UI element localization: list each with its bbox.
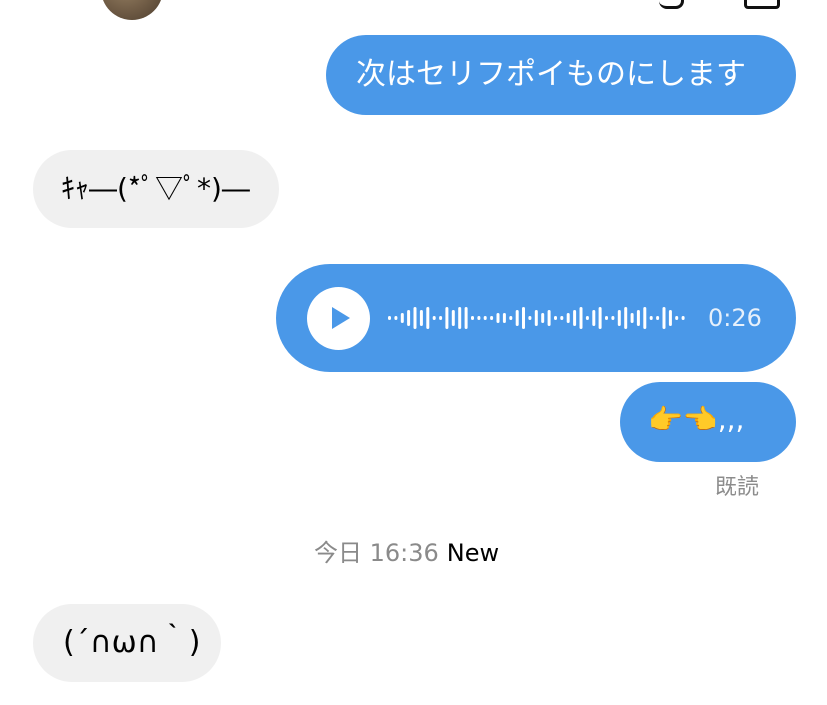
waveform-bar (560, 316, 564, 320)
waveform-bar (522, 307, 525, 329)
waveform-bar (630, 313, 634, 323)
waveform-bar (534, 310, 538, 326)
waveform-bar (668, 310, 672, 326)
date-separator-time: 今日 16:36 (314, 539, 439, 567)
phone-icon[interactable] (659, 0, 684, 9)
waveform-bar (426, 307, 430, 329)
message-bubble-outgoing[interactable]: 次はセリフポイものにします (326, 35, 796, 115)
waveform-bar (617, 310, 621, 326)
waveform-bar (432, 316, 436, 320)
waveform-bar (681, 316, 685, 320)
waveform-bar (554, 316, 557, 320)
waveform-bar (598, 307, 602, 329)
waveform-bar (502, 313, 506, 323)
date-separator: 今日 16:36 New (314, 537, 499, 569)
waveform-bar (515, 310, 519, 326)
play-icon[interactable] (307, 287, 370, 350)
waveform-bar (605, 316, 608, 320)
waveform-bar (662, 307, 666, 329)
waveform-bar (541, 313, 545, 323)
waveform-bar (566, 313, 570, 323)
waveform-bar (400, 313, 404, 323)
message-text: (´∩ω∩｀) (63, 625, 201, 660)
waveform-bar (477, 316, 481, 320)
audio-waveform (388, 307, 685, 329)
waveform-bar (483, 316, 487, 320)
voice-duration: 0:26 (708, 304, 762, 332)
waveform-bar (464, 307, 468, 329)
waveform-bar (490, 316, 494, 320)
message-text: 次はセリフポイものにします (356, 57, 746, 92)
waveform-bar (592, 310, 596, 326)
video-icon[interactable] (744, 0, 780, 9)
waveform-bar (585, 316, 589, 320)
waveform-bar (509, 316, 513, 320)
waveform-bar (445, 307, 449, 329)
message-bubble-incoming[interactable]: (´∩ω∩｀) (33, 604, 221, 682)
waveform-bar (394, 316, 398, 320)
waveform-bar (388, 316, 391, 320)
new-label: New (446, 539, 500, 567)
waveform-bar (407, 310, 411, 326)
voice-message-bubble[interactable]: 0:26 (276, 264, 796, 372)
waveform-bar (451, 310, 455, 326)
waveform-bar (636, 310, 640, 326)
waveform-bar (458, 307, 462, 329)
message-text: 👉👈,,, (648, 403, 745, 436)
waveform-bar (471, 316, 474, 320)
waveform-bar (656, 316, 660, 320)
waveform-bar (573, 310, 577, 326)
waveform-bar (649, 316, 653, 320)
waveform-bar (675, 316, 679, 320)
waveform-bar (643, 307, 647, 329)
message-bubble-incoming[interactable]: ｷｬ―(*ﾟ▽ﾟ*)― (33, 150, 279, 228)
waveform-bar (419, 310, 423, 326)
waveform-bar (528, 316, 532, 320)
waveform-bar (547, 310, 551, 326)
avatar[interactable] (101, 0, 163, 20)
message-text: ｷｬ―(*ﾟ▽ﾟ*)― (61, 172, 250, 205)
waveform-bar (611, 316, 615, 320)
waveform-bar (579, 307, 583, 329)
message-bubble-outgoing[interactable]: 👉👈,,, (620, 382, 796, 462)
waveform-bar (413, 307, 417, 329)
read-receipt: 既読 (715, 475, 760, 500)
waveform-bar (624, 307, 628, 329)
waveform-bar (439, 316, 443, 320)
waveform-bar (496, 313, 500, 323)
